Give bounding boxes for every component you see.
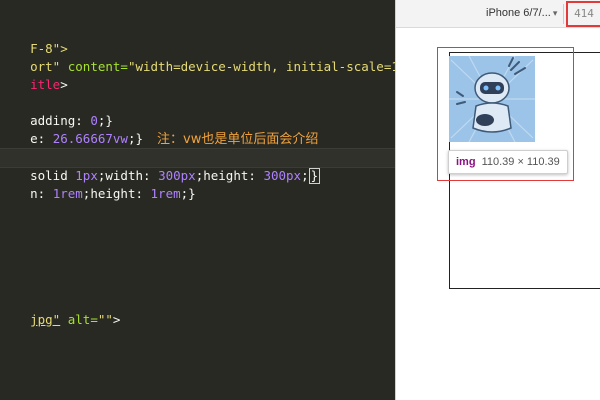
device-select-label: iPhone 6/7/...: [486, 7, 551, 19]
code-token: 300px: [263, 168, 302, 183]
code-token: 1rem: [52, 186, 83, 201]
viewport-width-input[interactable]: 414: [566, 1, 600, 27]
code-token: ;}: [127, 131, 144, 146]
code-token: >: [112, 312, 121, 327]
toolbar-separator: [563, 4, 564, 24]
code-token: jpg": [30, 312, 61, 327]
code-token: content=: [60, 59, 128, 74]
code-annotation-note: 注：vw也是单位后面会介绍: [157, 132, 319, 147]
code-token: ;: [301, 168, 309, 183]
code-editor[interactable]: F-8"> ort" content="width=device-width, …: [0, 0, 395, 400]
code-line: jpg" alt="">: [0, 293, 120, 327]
code-token: "width=device-width, initial-scale=1.0": [127, 59, 395, 74]
viewport-width-value: 414: [574, 7, 594, 20]
code-token: >: [60, 77, 68, 92]
tooltip-tag-name: img: [456, 156, 476, 168]
code-line: e: 16px;}: [0, 130, 98, 164]
code-token: n:: [30, 186, 53, 201]
device-select[interactable]: iPhone 6/7/... ▾: [486, 7, 557, 19]
code-token: 1rem: [150, 186, 181, 201]
code-line: e: 26.66667vw;} 注：vw也是单位后面会介绍: [0, 112, 318, 147]
code-token: "": [97, 312, 113, 327]
element-inspect-tooltip: img 110.39 × 110.39: [448, 150, 568, 174]
tooltip-dimensions: 110.39 × 110.39: [481, 156, 560, 168]
code-token: itle: [30, 77, 61, 92]
code-line: n: 1rem;height: 1rem;}: [0, 167, 196, 201]
code-token: ;height:: [82, 186, 151, 201]
chevron-down-icon: ▾: [552, 8, 558, 18]
code-line: itle>: [0, 58, 68, 92]
code-token: ;height:: [195, 168, 264, 183]
code-line: ort" content="width=device-width, initia…: [0, 40, 395, 74]
code-line: F-8">: [0, 22, 68, 56]
code-token: alt=: [60, 312, 98, 327]
code-token: ;}: [180, 186, 196, 201]
bracket-match: }: [308, 168, 321, 184]
code-line-active: solid 1px;width: 300px;height: 300px;}: [0, 148, 395, 184]
code-line: adding: 0;}: [0, 94, 113, 128]
